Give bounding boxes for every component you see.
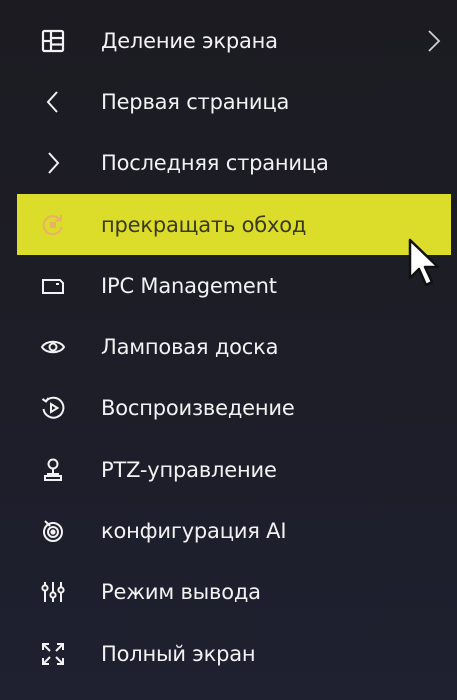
menu-item-label: конфигурация AI (101, 519, 287, 544)
stop-patrol-icon (40, 212, 66, 238)
menu-item-fullscreen[interactable]: Полный экран (17, 623, 451, 684)
menu-item-playback[interactable]: Воспроизведение (17, 378, 451, 439)
menu-item-ipc-management[interactable]: IPC Management (17, 255, 451, 316)
camera-card-icon (40, 273, 66, 299)
menu-item-label: Первая страница (101, 89, 290, 114)
menu-item-label: Режим вывода (101, 580, 261, 605)
grid-split-icon (40, 28, 66, 54)
menu-item-stop-patrol[interactable]: прекращать обход (17, 193, 451, 256)
menu-item-label: Деление экрана (101, 28, 278, 53)
menu-item-last-page[interactable]: Последняя страница (17, 133, 451, 194)
menu-item-label: прекращать обход (101, 212, 307, 237)
menu-item-first-page[interactable]: Первая страница (17, 71, 451, 132)
fullscreen-icon (40, 641, 66, 667)
menu-item-label: Последняя страница (101, 151, 329, 176)
ptz-person-icon (40, 457, 66, 483)
ai-config-icon (40, 518, 66, 544)
context-menu: Деление экрана Первая страница Последняя… (0, 0, 457, 700)
menu-item-label: IPC Management (101, 273, 277, 298)
mouse-cursor-icon (407, 238, 443, 290)
menu-item-label: Полный экран (101, 641, 256, 666)
eye-icon (40, 334, 66, 360)
submenu-chevron-right-icon (425, 28, 443, 54)
menu-item-lamp-board[interactable]: Ламповая доска (17, 316, 451, 377)
menu-item-label: Воспроизведение (101, 396, 295, 421)
playback-icon (40, 395, 66, 421)
menu-item-label: Ламповая доска (101, 335, 279, 360)
menu-item-split-screen[interactable]: Деление экрана (17, 10, 451, 71)
chevron-left-icon (40, 89, 66, 115)
menu-item-ai-config[interactable]: конфигурация AI (17, 500, 451, 561)
menu-item-output-mode[interactable]: Режим вывода (17, 562, 451, 623)
chevron-right-icon (40, 150, 66, 176)
menu-item-label: PTZ-управление (101, 457, 277, 482)
menu-item-ptz-control[interactable]: PTZ-управление (17, 439, 451, 500)
sliders-icon (40, 579, 66, 605)
